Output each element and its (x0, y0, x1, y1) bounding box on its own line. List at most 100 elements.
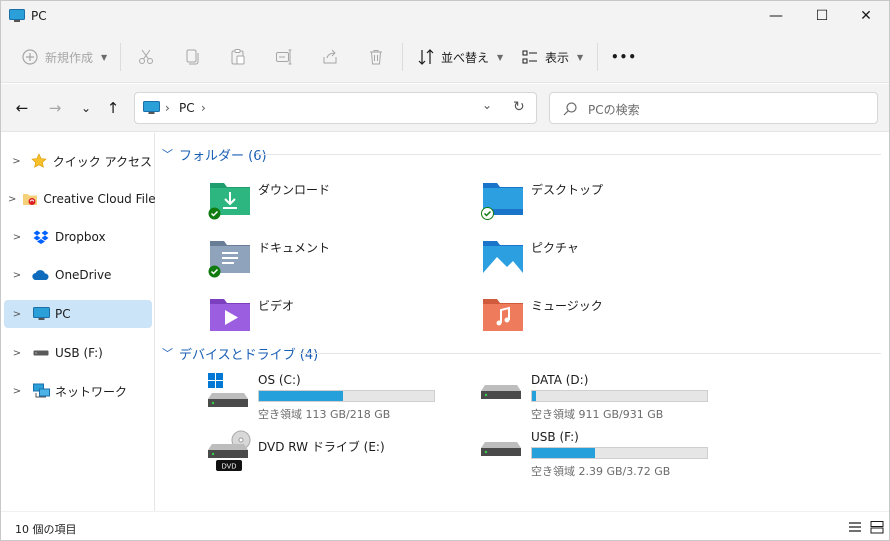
maximize-button[interactable]: ☐ (799, 1, 845, 31)
chevron-right-icon[interactable]: > (8, 386, 26, 397)
drives-group-header[interactable]: ﹀ デバイスとドライブ (4) (162, 342, 318, 364)
recent-locations-button[interactable]: ⌄ (74, 96, 98, 120)
more-options-button[interactable]: ••• (611, 45, 637, 69)
sidebar-item-quick-access[interactable]: > クイック アクセス (4, 147, 152, 175)
address-history-dropdown[interactable]: ⌄ (482, 98, 492, 112)
paste-button[interactable] (229, 45, 247, 69)
view-button[interactable]: 表示 ▼ (521, 45, 583, 69)
search-icon (563, 102, 577, 116)
chevron-right-icon[interactable]: > (8, 309, 26, 320)
navigation-pane: > クイック アクセス > Creative Cloud Files > Dro… (1, 133, 162, 511)
folder-name: ピクチャ (531, 241, 579, 255)
back-button[interactable]: ← (10, 96, 34, 120)
folders-group-header[interactable]: ﹀ フォルダー (6) (162, 143, 267, 165)
tiles-view-icon[interactable] (869, 519, 885, 535)
pictures-folder-icon (483, 241, 523, 273)
copy-icon (186, 49, 199, 65)
close-button[interactable]: ✕ (843, 1, 889, 31)
folder-item[interactable]: ミュージック (481, 293, 721, 347)
address-bar[interactable]: › PC › ⌄ ↻ (134, 92, 537, 124)
trash-icon (370, 50, 382, 65)
chevron-right-icon[interactable]: > (8, 232, 26, 243)
command-bar: 新規作成 ▼ 並べ替え ▼ 表示 ▼ ••• (1, 31, 889, 83)
dropbox-icon (32, 229, 50, 245)
drive-item[interactable]: USB (F:) 空き領域 2.39 GB/3.72 GB (481, 430, 721, 478)
share-icon (323, 49, 337, 64)
details-view-icon[interactable] (847, 519, 863, 535)
music-folder-icon (483, 299, 523, 331)
chevron-right-icon[interactable]: > (8, 270, 26, 281)
folder-item[interactable]: ダウンロード (208, 177, 448, 231)
drive-usage-fill (259, 391, 343, 401)
title-bar: PC — ☐ ✕ (1, 1, 889, 31)
dvd-drive-icon: DVD (208, 430, 251, 471)
chevron-down-icon: ▼ (497, 52, 504, 62)
window-title: PC (31, 9, 47, 23)
sidebar-item-label: USB (F:) (55, 346, 103, 360)
chevron-right-icon[interactable]: > (8, 348, 26, 359)
pc-icon (32, 306, 50, 322)
sidebar-item-pc[interactable]: > PC (4, 300, 152, 328)
folder-item[interactable]: デスクトップ (481, 177, 721, 231)
minimize-button[interactable]: — (753, 1, 799, 31)
forward-button[interactable]: → (43, 96, 67, 120)
drive-item[interactable]: DATA (D:) 空き領域 911 GB/931 GB (481, 373, 721, 421)
onedrive-icon (32, 267, 50, 283)
sync-check-icon (208, 207, 221, 220)
drive-usage-bar (531, 390, 708, 402)
chevron-down-icon: ▼ (101, 52, 108, 62)
chevron-down-icon[interactable]: ﹀ (162, 345, 173, 361)
chevron-down-icon[interactable]: ﹀ (162, 146, 173, 162)
chevron-right-icon[interactable]: > (8, 194, 16, 205)
copy-button[interactable] (183, 45, 201, 69)
refresh-button[interactable]: ↻ (513, 99, 525, 115)
status-bar: 10 個の項目 (1, 511, 889, 540)
sidebar-item-onedrive[interactable]: > OneDrive (4, 261, 152, 289)
hard-drive-icon (481, 385, 521, 399)
up-button[interactable]: ↑ (101, 96, 125, 120)
pc-icon (9, 9, 25, 22)
folder-item[interactable]: ビデオ (208, 293, 448, 347)
drive-free-space: 空き領域 911 GB/931 GB (531, 408, 664, 421)
sidebar-item-dropbox[interactable]: > Dropbox (4, 223, 152, 251)
folder-item[interactable]: ドキュメント (208, 235, 448, 289)
breadcrumb-separator[interactable]: › (201, 101, 206, 115)
chevron-down-icon: ▼ (577, 52, 584, 62)
breadcrumb-pc[interactable]: PC (179, 101, 195, 115)
drive-item[interactable]: OS (C:) 空き領域 113 GB/218 GB (208, 373, 448, 421)
drive-usage-bar (258, 390, 435, 402)
explorer-window: PC — ☐ ✕ 新規作成 ▼ 並べ替え ▼ 表示 ▼ ••• ← → ⌄ ↑ … (0, 0, 890, 541)
folder-name: ビデオ (258, 299, 295, 313)
folder-name: デスクトップ (531, 183, 604, 197)
delete-button[interactable] (367, 45, 385, 69)
folder-item[interactable]: ピクチャ (481, 235, 721, 289)
view-button-label: 表示 (545, 50, 570, 65)
search-box[interactable]: PCの検索 (549, 92, 878, 124)
star-icon (31, 153, 48, 169)
navigation-row: ← → ⌄ ↑ › PC › ⌄ ↻ PCの検索 (1, 84, 889, 132)
view-list-icon (522, 50, 537, 64)
cut-button[interactable] (137, 45, 155, 69)
sidebar-item-creative-cloud[interactable]: > Creative Cloud Files (4, 185, 162, 213)
breadcrumb-separator[interactable]: › (165, 101, 170, 115)
search-input[interactable]: PCの検索 (588, 101, 640, 118)
sidebar-item-network[interactable]: > ネットワーク (4, 377, 152, 405)
drives-group-title: デバイスとドライブ (4) (179, 347, 319, 363)
sort-button[interactable]: 並べ替え ▼ (417, 45, 503, 69)
sidebar-item-label: クイック アクセス (52, 154, 152, 169)
new-button-label: 新規作成 (45, 50, 94, 65)
drive-usage-fill (532, 448, 595, 458)
sidebar-item-usb[interactable]: > USB (F:) (4, 339, 152, 367)
sync-check-icon (481, 207, 494, 220)
new-button[interactable]: 新規作成 ▼ (21, 45, 107, 69)
share-button[interactable] (321, 45, 339, 69)
sidebar-item-label: Dropbox (55, 230, 106, 244)
drive-name: OS (C:) (258, 373, 301, 387)
chevron-right-icon[interactable]: > (8, 156, 25, 167)
windows-drive-icon (208, 373, 248, 407)
drive-item[interactable]: DVD DVD RW ドライブ (E:) (208, 430, 448, 474)
paste-icon (231, 49, 245, 65)
rename-button[interactable] (275, 45, 293, 69)
usb-drive-icon (32, 345, 50, 361)
folders-group-title: フォルダー (6) (179, 148, 267, 164)
